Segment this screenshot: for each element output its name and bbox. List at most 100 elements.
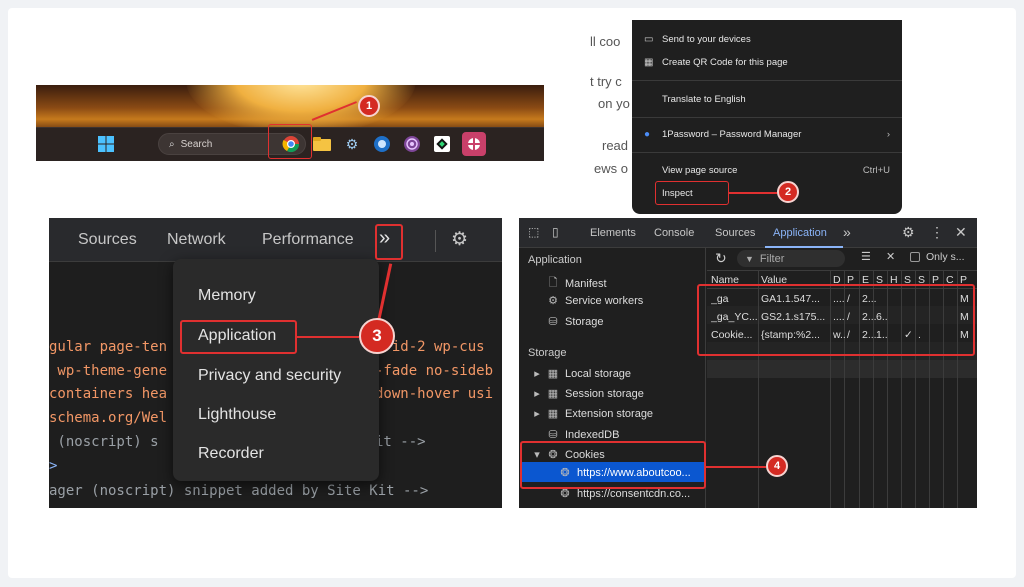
step-badge-4: 4: [766, 455, 788, 477]
menu-divider: [632, 152, 902, 153]
tab-application[interactable]: Application: [773, 227, 827, 239]
sidebar-item-local-storage[interactable]: ▸ ▦ Local storage: [533, 367, 632, 381]
database-icon: ⛁: [548, 316, 558, 328]
step-badge-3: 3: [359, 318, 395, 354]
sidebar-item-service-workers[interactable]: ⚙ Service workers: [547, 294, 643, 308]
table-icon: ▦: [547, 368, 559, 380]
filter-funnel-icon: ▼: [745, 253, 754, 264]
empty-row-bg: [707, 360, 977, 378]
sidebar-item-indexeddb[interactable]: ⛁ IndexedDB: [547, 428, 619, 442]
app-pink-icon[interactable]: [462, 132, 486, 156]
code-line: >: [49, 458, 58, 474]
code-line: wp-theme-gene: [49, 363, 168, 379]
sidebar-label: Session storage: [565, 387, 644, 400]
table-icon: ▦: [547, 408, 559, 420]
menu-label: Translate to English: [662, 93, 746, 105]
windows-start-icon[interactable]: [94, 132, 118, 156]
menu-item-qr-code[interactable]: ▦ Create QR Code for this page: [644, 53, 890, 71]
menu-item-1password[interactable]: ● 1Password – Password Manager ›: [644, 125, 890, 143]
step-badge-2: 2: [777, 181, 799, 203]
search-label: Search: [180, 138, 213, 150]
sidebar-item-storage[interactable]: ⛁ Storage: [547, 315, 603, 329]
menu-item-send-to-devices[interactable]: ▭ Send to your devices: [644, 30, 890, 48]
menu-item-view-source[interactable]: View page source Ctrl+U: [644, 161, 890, 179]
sidebar-item-manifest[interactable]: 🗋 Manifest: [547, 274, 607, 293]
expand-arrow-icon: ▸: [534, 368, 540, 380]
more-tabs-dropdown: Memory Application Privacy and security …: [173, 259, 379, 481]
filter-placeholder: Filter: [759, 252, 785, 265]
tab-network[interactable]: Network: [167, 231, 226, 249]
cookies-site-highlight: [520, 441, 706, 489]
tab-console[interactable]: Console: [654, 227, 694, 239]
code-line: containers hea: [49, 386, 168, 402]
more-options-icon[interactable]: ⋮: [930, 224, 944, 241]
tab-elements[interactable]: Elements: [590, 227, 636, 239]
tor-icon[interactable]: [400, 132, 424, 156]
callout-line-4: [706, 466, 766, 468]
code-line: -fade no-sideb: [375, 363, 494, 379]
overflow-highlight: [375, 224, 403, 260]
bg-text: read: [602, 138, 629, 153]
code-line: gular page-ten: [49, 339, 168, 355]
sidebar-label: https://consentcdn.co...: [577, 487, 691, 500]
bg-text: ews o: [594, 161, 628, 176]
code-line: (noscript) s: [49, 434, 159, 450]
inspect-element-icon[interactable]: ⬚: [528, 225, 539, 239]
inspect-highlight: [655, 181, 729, 205]
menu-divider: [632, 117, 902, 118]
app-blue-icon[interactable]: [370, 132, 394, 156]
only-show-label: Only s...: [926, 251, 965, 263]
dropdown-item-lighthouse[interactable]: Lighthouse: [198, 406, 276, 424]
tab-performance[interactable]: Performance: [262, 231, 354, 249]
tab-divider: [435, 230, 436, 252]
code-line: ager (noscript) snippet added by Site Ki…: [49, 483, 429, 499]
section-header-application: Application: [528, 254, 582, 266]
expand-arrow-icon: ▸: [534, 388, 540, 400]
only-show-checkbox[interactable]: [910, 252, 920, 262]
menu-item-translate[interactable]: Translate to English: [644, 90, 890, 108]
shortcut-label: Ctrl+U: [862, 164, 890, 176]
devtools-tabbar: Sources Network Performance » ⚙ ⋮: [49, 218, 502, 262]
dropdown-item-privacy[interactable]: Privacy and security: [198, 367, 341, 385]
dropdown-item-recorder[interactable]: Recorder: [198, 445, 264, 463]
clear-all-icon[interactable]: ✕: [886, 250, 895, 263]
application-highlight: [180, 320, 297, 354]
menu-divider: [632, 80, 902, 81]
bg-text: t try c: [590, 74, 622, 89]
tab-sources[interactable]: Sources: [78, 231, 137, 249]
sidebar-label: Local storage: [565, 367, 632, 380]
sidebar-item-session-storage[interactable]: ▸ ▦ Session storage: [533, 387, 644, 401]
section-header-storage: Storage: [528, 347, 567, 359]
settings-gear-icon[interactable]: ⚙: [902, 224, 915, 241]
gears-icon: ⚙: [548, 295, 558, 307]
close-icon[interactable]: ✕: [955, 224, 967, 241]
chevron-right-icon: ›: [886, 128, 890, 140]
code-line: schema.org/Wel: [49, 410, 168, 426]
devtools-toolbar: ⬚ ▯ Elements Console Sources Application…: [519, 218, 977, 248]
callout-line-3: [297, 336, 359, 338]
device-toolbar-icon[interactable]: ▯: [552, 225, 559, 239]
dropdown-item-memory[interactable]: Memory: [198, 287, 256, 305]
more-tabs-chevron-icon[interactable]: »: [843, 224, 851, 240]
app-diamond-icon[interactable]: [430, 132, 454, 156]
filter-input[interactable]: ▼ Filter: [737, 250, 845, 267]
tab-sources[interactable]: Sources: [715, 227, 755, 239]
bg-text: ll coo: [590, 34, 621, 49]
toolbar-divider: [707, 270, 977, 271]
callout-line-2: [729, 192, 777, 194]
sidebar-label: Extension storage: [565, 407, 654, 420]
expand-arrow-icon: ▸: [534, 408, 540, 420]
settings-gear-icon[interactable]: ⚙: [451, 228, 468, 251]
clear-filtered-icon[interactable]: ☰: [861, 250, 871, 263]
code-line: down-hover usi: [375, 386, 494, 402]
refresh-icon[interactable]: ↻: [715, 250, 727, 267]
file-icon: 🗋: [548, 277, 558, 289]
menu-label: 1Password – Password Manager: [662, 128, 802, 140]
more-options-icon[interactable]: ⋮: [495, 227, 502, 250]
steam-icon[interactable]: ⚙: [340, 132, 364, 156]
sidebar-label: Manifest: [565, 277, 607, 290]
chrome-highlight: [268, 124, 312, 159]
step-badge-1: 1: [358, 95, 380, 117]
file-explorer-icon[interactable]: [310, 132, 334, 156]
sidebar-item-extension-storage[interactable]: ▸ ▦ Extension storage: [533, 407, 654, 421]
